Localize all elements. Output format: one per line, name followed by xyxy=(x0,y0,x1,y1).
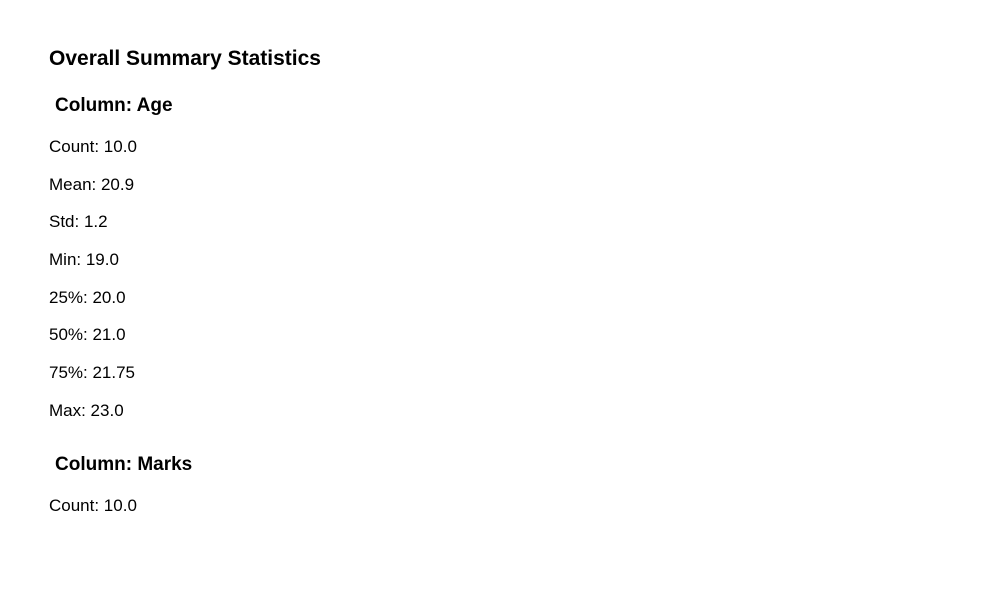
stat-list-age: Count: 10.0 Mean: 20.9 Std: 1.2 Min: 19.… xyxy=(49,136,949,422)
page-title: Overall Summary Statistics xyxy=(49,47,321,70)
stat-count: Count: 10.0 xyxy=(49,496,137,515)
stat-mean: Mean: 20.9 xyxy=(49,174,135,194)
stat-25-percent: 25%: 20.0 xyxy=(49,287,126,307)
stat-min: Min: 19.0 xyxy=(49,250,119,270)
stat-count: Count: 10.0 xyxy=(49,137,137,156)
stat-50-percent: 50%: 21.0 xyxy=(49,325,126,345)
stat-list-marks: Count: 10.0 xyxy=(49,495,949,517)
section-title-age: Column: Age xyxy=(55,95,173,116)
stat-75-percent: 75%: 21.75 xyxy=(49,363,136,383)
section-title-marks: Column: Marks xyxy=(55,454,193,475)
stat-max: Max: 23.0 xyxy=(49,400,124,420)
column-section-age: Column: Age Count: 10.0 Mean: 20.9 Std: … xyxy=(49,93,949,422)
column-section-marks: Column: Marks Count: 10.0 xyxy=(49,452,949,517)
stat-std: Std: 1.2 xyxy=(49,212,108,232)
